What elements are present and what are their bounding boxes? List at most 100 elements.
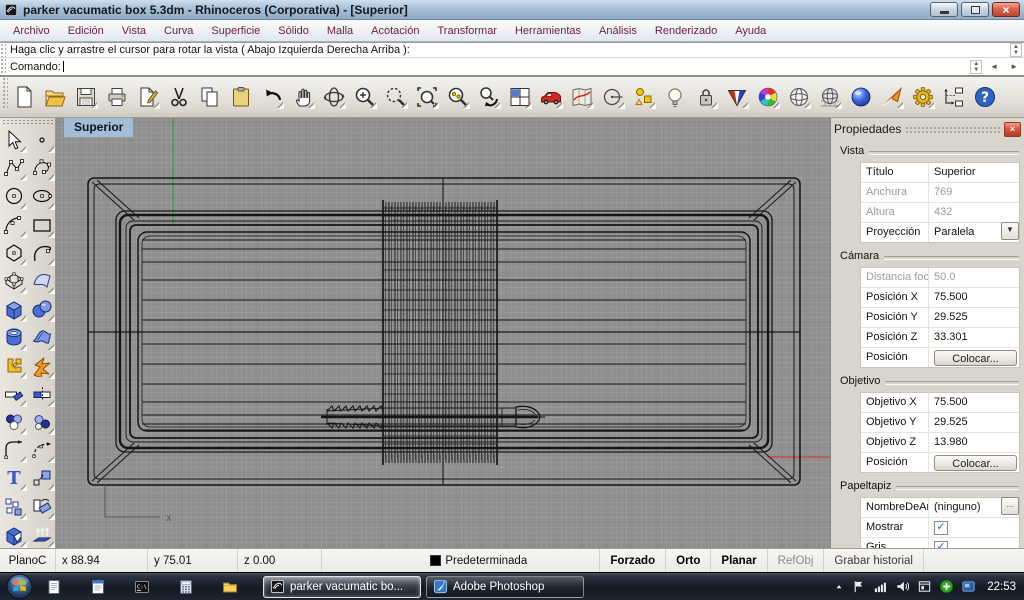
palette-arc-button[interactable] <box>0 211 28 239</box>
toolbar-viewport-layout-button[interactable] <box>508 85 532 109</box>
panel-close-button[interactable]: × <box>1004 122 1021 137</box>
palette-text-button[interactable] <box>0 464 28 492</box>
status-toggle-planar[interactable]: Planar <box>711 549 767 572</box>
palette-fillet-button[interactable] <box>0 436 28 464</box>
viewport-title-tab[interactable]: Superior <box>64 118 133 137</box>
menu-item-superficie[interactable]: Superficie <box>202 22 269 40</box>
prop-value-proyeccion[interactable]: Paralela <box>929 223 999 242</box>
status-toggle-refobj[interactable]: RefObj <box>768 549 825 572</box>
menu-item-acotacion[interactable]: Acotación <box>362 22 428 40</box>
menu-item-curva[interactable]: Curva <box>155 22 202 40</box>
prop-value-posicion-y[interactable]: 29.525 <box>929 308 1019 327</box>
prop-value-titulo[interactable]: Superior <box>929 163 1019 182</box>
toolbar-cut-button[interactable] <box>167 85 191 109</box>
tray-sidebar-window-icon[interactable] <box>917 579 932 594</box>
palette-revolve-button[interactable] <box>0 323 28 351</box>
toolbar-paste-button[interactable] <box>229 85 253 109</box>
drag-grip[interactable] <box>2 77 8 109</box>
status-toggle-orto[interactable]: Orto <box>666 549 711 572</box>
menu-item-edicion[interactable]: Edición <box>59 22 113 40</box>
spinner-down-icon[interactable]: ▼ <box>973 67 979 73</box>
palette-freeform-button[interactable] <box>28 239 56 267</box>
palette-join-button[interactable] <box>0 352 28 380</box>
minimize-button[interactable] <box>930 2 958 17</box>
drag-grip[interactable] <box>0 58 6 75</box>
toolbar-zoom-window-button[interactable] <box>384 85 408 109</box>
menu-item-analisis[interactable]: Análisis <box>590 22 646 40</box>
toolbar-new-file-button[interactable] <box>12 85 36 109</box>
prop-value-objetivo-y[interactable]: 29.525 <box>929 413 1019 432</box>
palette-curve-interpolate-button[interactable] <box>28 154 56 182</box>
toolbar-lock-button[interactable] <box>694 85 718 109</box>
menu-item-archivo[interactable]: Archivo <box>4 22 59 40</box>
toolbar-undo-view-button[interactable] <box>477 85 501 109</box>
toolbar-wireframe-sphere-button[interactable] <box>787 85 811 109</box>
command-line[interactable]: Comando: ▲ ▼ ◄ ► <box>0 58 1024 77</box>
menu-item-renderizado[interactable]: Renderizado <box>646 22 726 40</box>
toolbar-cplane-button[interactable] <box>601 85 625 109</box>
command-spinner[interactable]: ▲ ▼ <box>970 60 982 74</box>
scroll-down-icon[interactable]: ▼ <box>1013 50 1019 56</box>
toolbar-open-file-button[interactable] <box>43 85 67 109</box>
palette-polygon-button[interactable] <box>0 239 28 267</box>
toolbar-zoom-dynamic-button[interactable] <box>353 85 377 109</box>
task-button-rhino[interactable]: parker vacumatic bo... <box>263 576 421 598</box>
tray-volume-icon[interactable] <box>895 579 910 594</box>
palette-blend-button[interactable] <box>0 408 28 436</box>
palette-array-button[interactable] <box>28 492 56 520</box>
prop-value-nombredearc[interactable]: (ninguno) <box>929 498 999 517</box>
palette-sphere-button[interactable] <box>28 295 56 323</box>
palette-grip[interactable] <box>2 119 53 125</box>
palette-surface-points-button[interactable] <box>0 267 28 295</box>
menu-item-vista[interactable]: Vista <box>113 22 155 40</box>
tray-network-signal-icon[interactable] <box>873 579 888 594</box>
palette-ellipse-button[interactable] <box>28 182 56 210</box>
palette-extend-button[interactable] <box>28 436 56 464</box>
toolbar-rendered-sphere-button[interactable] <box>849 85 873 109</box>
palette-circle-button[interactable] <box>0 182 28 210</box>
prop-value-objetivo-z[interactable]: 13.980 <box>929 433 1019 452</box>
quick-launch-explorer-folder[interactable] <box>219 576 241 598</box>
toolbar-lights-button[interactable] <box>663 85 687 109</box>
palette-point-button[interactable] <box>28 126 56 154</box>
restore-button[interactable] <box>961 2 989 17</box>
toolbar-zoom-extents-button[interactable] <box>415 85 439 109</box>
tray-action-center-flag-icon[interactable] <box>851 579 866 594</box>
toolbar-flamingo-button[interactable] <box>880 85 904 109</box>
menu-item-transformar[interactable]: Transformar <box>428 22 506 40</box>
toolbar-copy-button[interactable] <box>198 85 222 109</box>
toolbar-save-file-button[interactable] <box>74 85 98 109</box>
palette-trim-button[interactable] <box>0 380 28 408</box>
toolbar-named-views-button[interactable] <box>539 85 563 109</box>
menu-item-herramientas[interactable]: Herramientas <box>506 22 590 40</box>
palette-block-button[interactable] <box>0 492 28 520</box>
prop-posicion-button[interactable]: Colocar... <box>934 350 1017 366</box>
toolbar-osnap-button[interactable] <box>632 85 656 109</box>
start-button[interactable] <box>6 573 33 600</box>
drag-grip[interactable] <box>0 43 6 57</box>
status-toggle-grabar-historial[interactable]: Grabar historial <box>824 549 924 572</box>
palette-fillet-surface-button[interactable] <box>28 408 56 436</box>
palette-selection-button[interactable] <box>0 126 28 154</box>
prop-value-posicion-x[interactable]: 75.500 <box>929 288 1019 307</box>
quick-launch-command-prompt[interactable] <box>131 576 153 598</box>
palette-sweep-button[interactable] <box>28 323 56 351</box>
toolbar-undo-button[interactable] <box>260 85 284 109</box>
tray-display-blue-icon[interactable] <box>961 579 976 594</box>
nav-right-icon[interactable]: ► <box>1004 60 1024 73</box>
palette-explode-button[interactable] <box>28 352 56 380</box>
palette-curve-control-button[interactable] <box>0 154 28 182</box>
status-toggle-forzado[interactable]: Forzado <box>600 549 666 572</box>
prop-value-objetivo-x[interactable]: 75.500 <box>929 393 1019 412</box>
toolbar-help-button[interactable] <box>973 85 997 109</box>
quick-launch-wordpad[interactable] <box>87 576 109 598</box>
prop-posicion-button[interactable]: Colocar... <box>934 455 1017 471</box>
palette-surface-button[interactable] <box>28 267 56 295</box>
palette-box-button[interactable] <box>0 295 28 323</box>
prop-mostrar-checkbox[interactable]: ✓ <box>934 521 948 535</box>
menu-item-solido[interactable]: Sólido <box>269 22 318 40</box>
title-bar[interactable]: parker vacumatic box 5.3dm - Rhinoceros … <box>0 0 1024 20</box>
toolbar-color-wheel-button[interactable] <box>756 85 780 109</box>
close-button[interactable]: × <box>992 2 1020 17</box>
prop-value-posicion-z[interactable]: 33.301 <box>929 328 1019 347</box>
